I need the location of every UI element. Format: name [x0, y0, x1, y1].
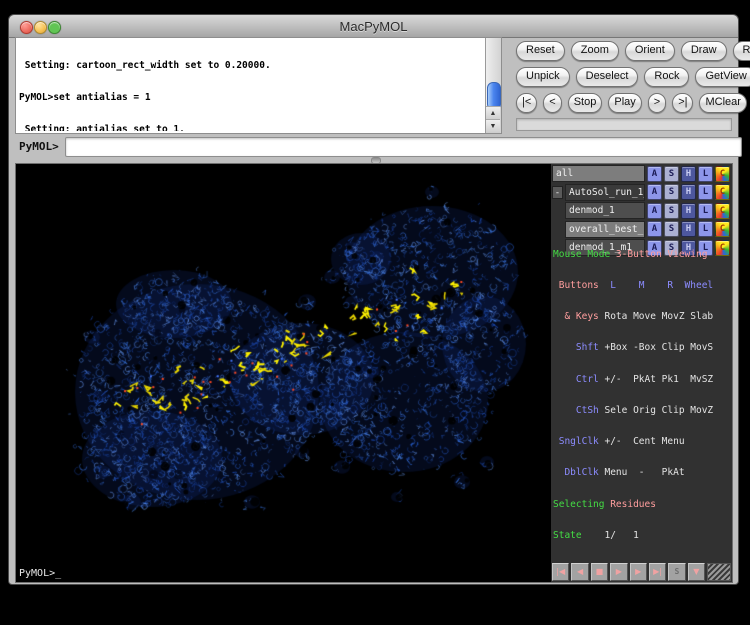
- log-line: Setting: cartoon_rect_width set to 0.200…: [19, 61, 484, 72]
- feedback-bar: [516, 118, 732, 131]
- label-button[interactable]: L: [698, 166, 713, 182]
- window-title: MacPyMOL: [9, 19, 738, 34]
- command-prompt-label: PyMOL>: [19, 140, 59, 153]
- deselect-button[interactable]: Deselect: [576, 67, 639, 87]
- movie-play-button[interactable]: ▶: [610, 563, 627, 581]
- hide-button[interactable]: H: [681, 184, 696, 200]
- mouse-mode-line: Shft +Box -Box Clip MovS: [553, 343, 730, 353]
- mouse-mode-line: CtSh Sele Orig Clip MovZ: [553, 406, 730, 416]
- title-bar[interactable]: MacPyMOL: [9, 15, 738, 38]
- action-button[interactable]: A: [647, 203, 662, 219]
- rock-button[interactable]: Rock: [644, 67, 689, 87]
- movie-fast-forward-button[interactable]: ▶|: [649, 563, 666, 581]
- state-indicator[interactable]: State 1/ 1: [553, 531, 730, 541]
- viewport-canvas[interactable]: [16, 164, 551, 582]
- hide-button[interactable]: H: [681, 166, 696, 182]
- resize-grip-icon[interactable]: [707, 563, 731, 581]
- show-button[interactable]: S: [664, 184, 679, 200]
- internal-gui-panel: all A S H L C - AutoSol_run_1_ A S: [551, 164, 732, 582]
- reset-button[interactable]: Reset: [516, 41, 565, 61]
- movie-step-back-button[interactable]: ◀: [571, 563, 588, 581]
- unpick-button[interactable]: Unpick: [516, 67, 570, 87]
- log-text: Setting: cartoon_rect_width set to 0.200…: [19, 40, 484, 131]
- gl-area: PyMOL>_ all A S H L C - AutoSol_run_1_: [15, 163, 733, 583]
- log-console[interactable]: Setting: cartoon_rect_width set to 0.200…: [15, 37, 502, 134]
- log-line: Setting: antialias set to 1.: [19, 125, 484, 131]
- color-button[interactable]: C: [715, 166, 730, 182]
- play-button[interactable]: Play: [608, 93, 641, 113]
- macpymol-window: MacPyMOL Setting: cartoon_rect_width set…: [8, 14, 739, 585]
- label-button[interactable]: L: [698, 203, 713, 219]
- draw-button[interactable]: Draw: [681, 41, 727, 61]
- mouse-mode-panel: Mouse Mode 3-Button Viewing Buttons L M …: [553, 229, 730, 562]
- control-button-panel: Reset Zoom Orient Draw Ray Unpick Desele…: [508, 37, 738, 134]
- object-name-all[interactable]: all: [552, 165, 645, 182]
- show-button[interactable]: S: [664, 166, 679, 182]
- movie-rewind-button[interactable]: |◀: [552, 563, 569, 581]
- zoom-cmd-button[interactable]: Zoom: [571, 41, 619, 61]
- movie-s-button[interactable]: S: [668, 563, 685, 581]
- action-button[interactable]: A: [647, 166, 662, 182]
- object-name-denmod-1[interactable]: denmod_1: [565, 202, 645, 219]
- orient-button[interactable]: Orient: [625, 41, 675, 61]
- color-button[interactable]: C: [715, 203, 730, 219]
- command-input[interactable]: [65, 137, 742, 157]
- mouse-mode-line: & Keys Rota Move MovZ Slab: [553, 312, 730, 322]
- movie-step-forward-button[interactable]: ▶: [630, 563, 647, 581]
- movie-fullscreen-button[interactable]: ▼: [688, 563, 705, 581]
- step-forward-button[interactable]: >: [648, 93, 666, 113]
- mouse-mode-line: Ctrl +/- PkAt Pk1 MvSZ: [553, 375, 730, 385]
- mouse-mode-line: DblClk Menu - PkAt: [553, 468, 730, 478]
- step-back-button[interactable]: <: [543, 93, 561, 113]
- mouse-mode-line: Mouse Mode 3-Button Viewing: [553, 250, 730, 260]
- scroll-down-arrow-icon[interactable]: ▼: [486, 119, 500, 133]
- object-row: denmod_1 A S H L C: [552, 202, 730, 219]
- movie-controls: |◀ ◀ ■ ▶ ▶ ▶| S ▼: [552, 563, 731, 581]
- mclear-button[interactable]: MClear: [699, 93, 746, 113]
- stop-button[interactable]: Stop: [568, 93, 603, 113]
- show-button[interactable]: S: [664, 203, 679, 219]
- object-row: all A S H L C: [552, 165, 730, 182]
- fast-forward-button[interactable]: >|: [672, 93, 693, 113]
- color-button[interactable]: C: [715, 184, 730, 200]
- hide-button[interactable]: H: [681, 203, 696, 219]
- object-name-autosol-run[interactable]: AutoSol_run_1_: [565, 184, 645, 201]
- getview-button[interactable]: GetView: [695, 67, 750, 87]
- scroll-up-arrow-icon[interactable]: ▲: [486, 106, 500, 120]
- selecting-mode-toggle[interactable]: Selecting Residues: [553, 500, 730, 510]
- rewind-button[interactable]: |<: [516, 93, 537, 113]
- log-line: PyMOL>set antialias = 1: [19, 93, 484, 104]
- ray-button[interactable]: Ray: [733, 41, 750, 61]
- label-button[interactable]: L: [698, 184, 713, 200]
- mouse-mode-line: Buttons L M R Wheel: [553, 281, 730, 291]
- mouse-mode-line: SnglClk +/- Cent Menu: [553, 437, 730, 447]
- movie-stop-button[interactable]: ■: [591, 563, 608, 581]
- collapse-toggle-icon[interactable]: -: [552, 186, 563, 199]
- object-row: - AutoSol_run_1_ A S H L C: [552, 184, 730, 201]
- viewport-prompt: PyMOL>_: [19, 568, 61, 579]
- console-scrollbar[interactable]: ▲ ▼: [485, 38, 501, 133]
- action-button[interactable]: A: [647, 184, 662, 200]
